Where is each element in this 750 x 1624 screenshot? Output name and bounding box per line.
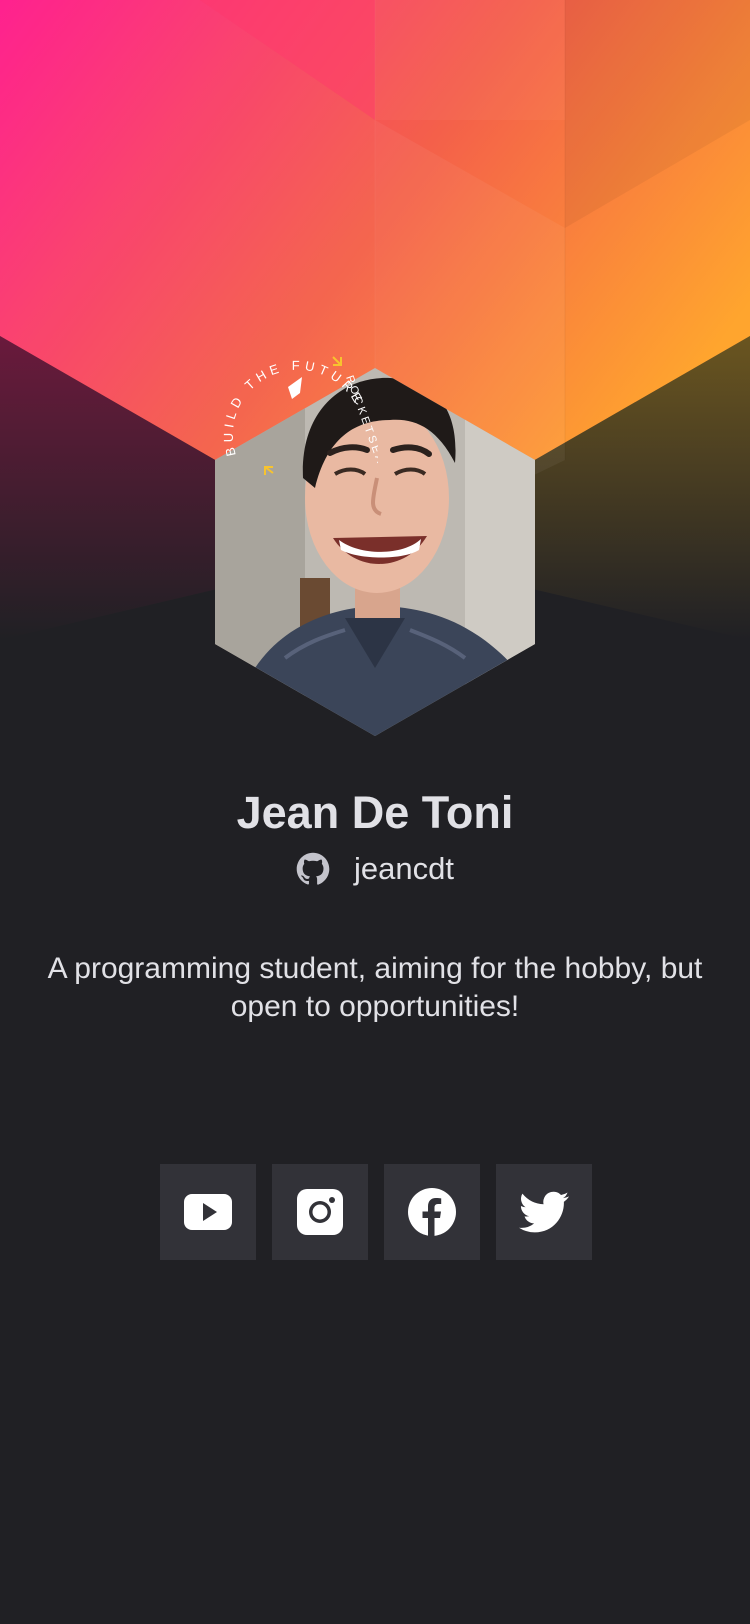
github-link[interactable]: jeancdt (0, 848, 750, 890)
badge-brand: ROCKETSEAT (343, 374, 378, 476)
social-links (160, 1164, 592, 1260)
instagram-button[interactable] (272, 1164, 368, 1260)
rocket-icon (288, 377, 302, 399)
youtube-icon (184, 1194, 232, 1230)
youtube-button[interactable] (160, 1164, 256, 1260)
twitter-icon (519, 1191, 569, 1233)
svg-text:BUILD THE FUTURE: BUILD THE FUTURE (221, 358, 368, 458)
instagram-icon (297, 1189, 343, 1235)
facebook-icon (408, 1188, 456, 1236)
twitter-button[interactable] (496, 1164, 592, 1260)
rocketseat-badge: BUILD THE FUTURE ROCKETSEAT (221, 356, 378, 476)
profile-bio: A programming student, aiming for the ho… (47, 952, 703, 1023)
github-username: jeancdt (354, 851, 454, 886)
github-icon (296, 852, 330, 885)
facebook-button[interactable] (384, 1164, 480, 1260)
badge-text: BUILD THE FUTURE (221, 358, 363, 458)
profile-name: Jean De Toni (236, 787, 514, 838)
